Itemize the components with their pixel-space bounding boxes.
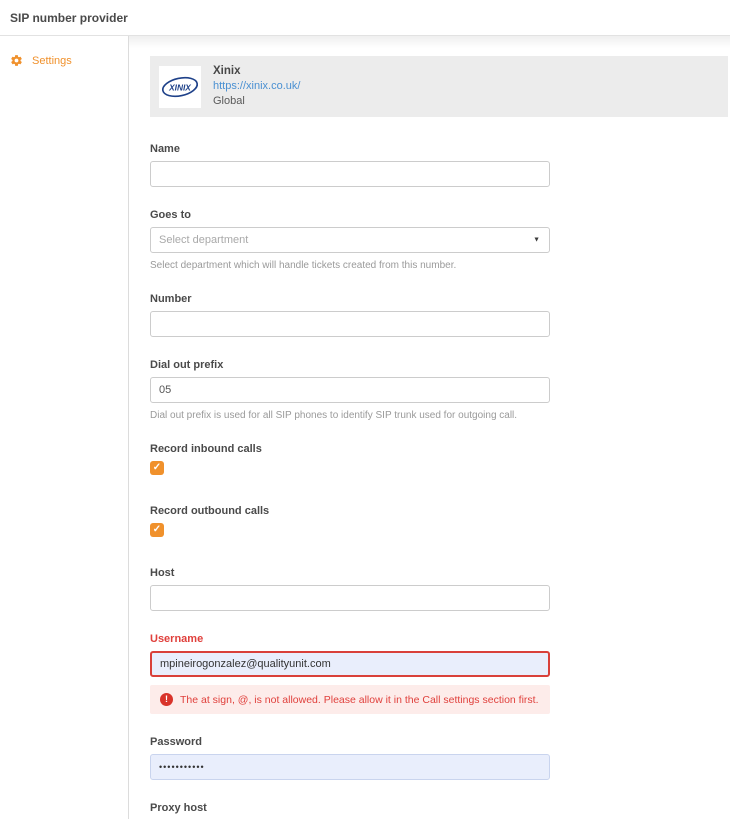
password-field-group: Password xyxy=(150,736,550,780)
number-label: Number xyxy=(150,293,550,305)
username-label: Username xyxy=(150,633,550,645)
number-input[interactable] xyxy=(150,311,550,337)
name-field-group: Name xyxy=(150,143,550,187)
goes-to-select[interactable]: ▼ xyxy=(150,227,550,253)
xinix-logo-icon: XINIX xyxy=(160,73,200,101)
host-field-group: Host xyxy=(150,567,550,611)
provider-card: XINIX Xinix https://xinix.co.uk/ Global xyxy=(150,56,728,117)
sip-provider-form: Name Goes to ▼ Select department which w… xyxy=(150,143,550,819)
host-input[interactable] xyxy=(150,585,550,611)
goes-to-help-text: Select department which will handle tick… xyxy=(150,260,550,271)
username-input[interactable] xyxy=(150,651,550,677)
username-field-group: Username ! The at sign, @, is not allowe… xyxy=(150,633,550,714)
exclamation-icon: ! xyxy=(160,693,173,706)
sidebar-item-settings[interactable]: Settings xyxy=(10,54,128,67)
number-field-group: Number xyxy=(150,293,550,337)
check-icon: ✓ xyxy=(153,463,161,473)
name-input[interactable] xyxy=(150,161,550,187)
host-label: Host xyxy=(150,567,550,579)
provider-url-link[interactable]: https://xinix.co.uk/ xyxy=(213,79,300,94)
record-outbound-label: Record outbound calls xyxy=(150,505,550,517)
password-label: Password xyxy=(150,736,550,748)
proxy-host-field-group: Proxy host ▼ xyxy=(150,802,550,819)
username-error-message: ! The at sign, @, is not allowed. Please… xyxy=(150,685,550,714)
username-error-text: The at sign, @, is not allowed. Please a… xyxy=(180,694,539,706)
check-icon: ✓ xyxy=(153,525,161,535)
password-input[interactable] xyxy=(150,754,550,780)
main-layout: Settings XINIX Xinix https://xinix.co.uk… xyxy=(0,36,730,819)
record-outbound-field-group: Record outbound calls ✓ xyxy=(150,505,550,537)
provider-name: Xinix xyxy=(213,64,300,79)
sidebar: Settings xyxy=(0,36,129,819)
dial-out-prefix-field-group: Dial out prefix Dial out prefix is used … xyxy=(150,359,550,421)
dial-out-prefix-help-text: Dial out prefix is used for all SIP phon… xyxy=(150,410,550,421)
top-shade-divider xyxy=(129,36,730,48)
page-header: SIP number provider xyxy=(0,0,730,36)
dial-out-prefix-input[interactable] xyxy=(150,377,550,403)
provider-meta: Xinix https://xinix.co.uk/ Global xyxy=(213,64,300,109)
provider-logo: XINIX xyxy=(159,66,201,108)
provider-scope: Global xyxy=(213,94,300,109)
goes-to-label: Goes to xyxy=(150,209,550,221)
record-outbound-checkbox[interactable]: ✓ xyxy=(150,523,164,537)
record-inbound-field-group: Record inbound calls ✓ xyxy=(150,443,550,475)
xinix-logo-text: XINIX xyxy=(168,82,191,92)
goes-to-select-input[interactable] xyxy=(150,227,550,253)
proxy-host-label: Proxy host xyxy=(150,802,550,814)
record-inbound-label: Record inbound calls xyxy=(150,443,550,455)
gear-icon xyxy=(10,54,23,67)
page-title: SIP number provider xyxy=(10,11,128,25)
name-label: Name xyxy=(150,143,550,155)
goes-to-field-group: Goes to ▼ Select department which will h… xyxy=(150,209,550,271)
sidebar-item-label: Settings xyxy=(32,55,72,67)
dial-out-prefix-label: Dial out prefix xyxy=(150,359,550,371)
main-content: XINIX Xinix https://xinix.co.uk/ Global … xyxy=(129,36,730,819)
record-inbound-checkbox[interactable]: ✓ xyxy=(150,461,164,475)
